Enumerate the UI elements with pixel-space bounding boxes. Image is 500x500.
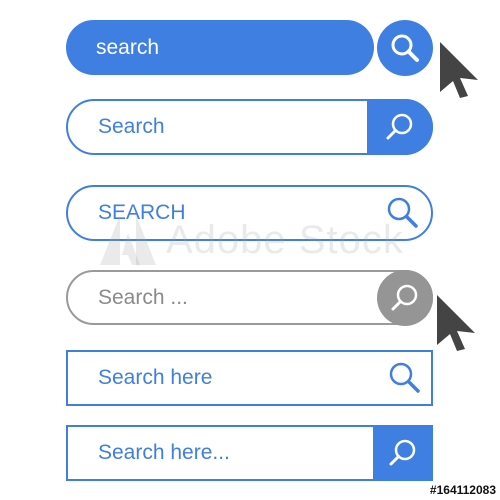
search-bar-6-text[interactable]: Search here... xyxy=(98,427,230,479)
mouse-pointer-icon xyxy=(440,42,478,98)
search-icon xyxy=(391,34,419,62)
search-icon xyxy=(386,113,413,140)
search-bar-3-text[interactable]: SEARCH xyxy=(98,187,186,239)
search-icon xyxy=(391,284,418,311)
search-bar-5-text[interactable]: Search here xyxy=(98,352,212,404)
mouse-pointer-icon xyxy=(437,295,475,351)
search-button-1[interactable] xyxy=(377,20,433,76)
search-icon xyxy=(387,197,418,228)
search-button-5[interactable] xyxy=(382,357,428,399)
search-button-4[interactable] xyxy=(377,270,433,326)
search-icon xyxy=(389,439,416,466)
search-bar-1[interactable]: search xyxy=(66,20,374,75)
search-bar-3[interactable]: SEARCH xyxy=(66,185,433,241)
search-button-3[interactable] xyxy=(380,192,426,234)
search-bar-4-text[interactable]: Search ... xyxy=(98,272,188,323)
search-icon xyxy=(389,362,420,393)
search-bar-1-text[interactable]: search xyxy=(96,20,159,75)
search-button-6[interactable] xyxy=(373,425,433,481)
search-bar-5[interactable]: Search here xyxy=(66,350,433,406)
stock-id: #164112083 xyxy=(429,483,496,497)
search-button-2[interactable] xyxy=(367,99,433,155)
search-bar-2-text[interactable]: Search xyxy=(98,101,165,153)
